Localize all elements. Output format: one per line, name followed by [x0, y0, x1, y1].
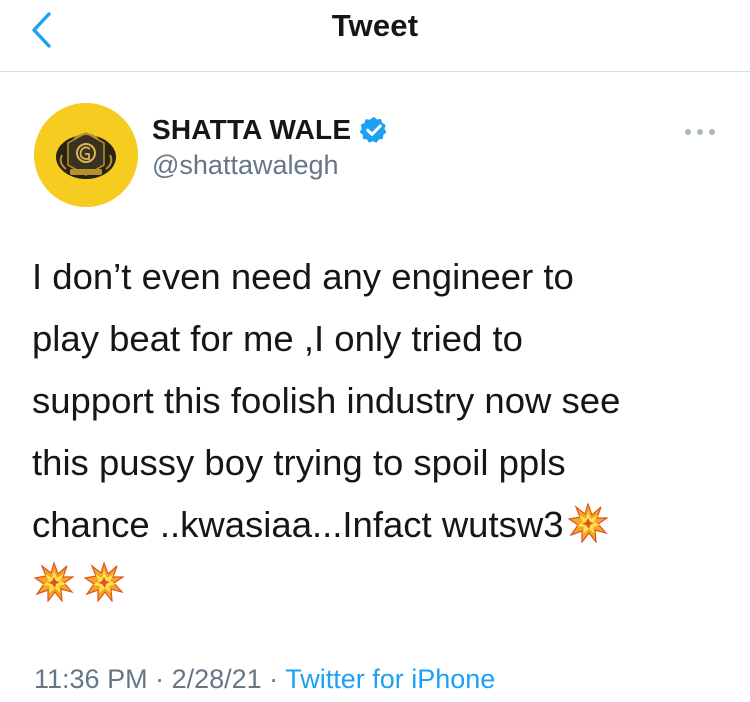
tweet-text-content: I don’t even need any engineer to play b… [32, 256, 621, 545]
tweet-date[interactable]: 2/28/21 [172, 664, 262, 694]
more-options-icon [685, 129, 715, 135]
author-name[interactable]: SHATTA WALE [152, 114, 351, 146]
author-handle[interactable]: @shattawalegh [152, 150, 339, 181]
shatta-crest-logo [34, 103, 138, 207]
collision-emoji-icon [83, 561, 125, 607]
page-title: Tweet [331, 8, 419, 43]
collision-emoji-icon [33, 561, 75, 607]
more-options-button[interactable] [680, 120, 720, 144]
collision-emoji-icon [566, 500, 609, 562]
meta-separator: · [147, 664, 172, 694]
author-avatar[interactable] [34, 103, 138, 207]
verified-badge-icon [359, 116, 387, 143]
tweet-source-link[interactable]: Twitter for iPhone [285, 664, 495, 694]
top-nav-bar: Tweet [0, 0, 750, 72]
tweet-meta: 11:36 PM · 2/28/21 · Twitter for iPhone [34, 664, 495, 695]
tweet-time[interactable]: 11:36 PM [34, 664, 148, 694]
tweet-text: I don’t even need any engineer to play b… [32, 246, 732, 562]
author-name-row[interactable]: SHATTA WALE [152, 114, 389, 146]
emoji-row [33, 561, 125, 607]
meta-separator: · [261, 664, 286, 694]
